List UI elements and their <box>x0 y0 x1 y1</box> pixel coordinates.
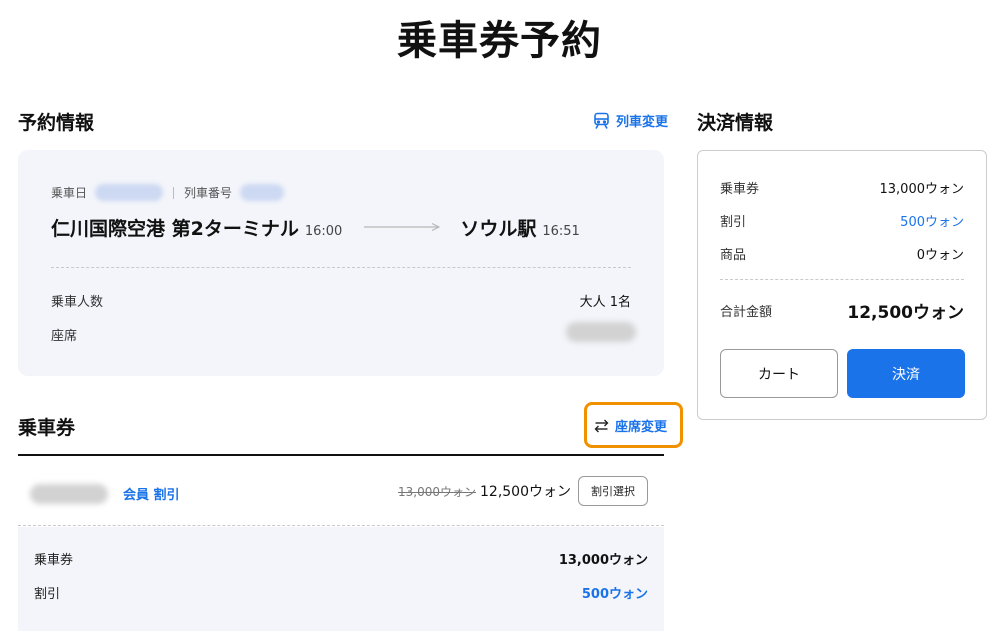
pay-ticket-label: 乗車券 <box>720 182 760 197</box>
departure-time: 16:00 <box>304 224 343 239</box>
train-icon <box>593 112 610 130</box>
total-label: 合計金額 <box>720 305 773 320</box>
ticket-section-title: 乗車券 <box>18 417 76 439</box>
change-train-button[interactable]: 列車変更 <box>593 111 668 130</box>
ticket-summary: 乗車券 13,000ウォン 割引 500ウォン <box>18 527 664 631</box>
ticket-divider <box>18 454 664 456</box>
payment-section-title: 決済情報 <box>697 112 774 134</box>
summary-discount-value: 500ウォン <box>581 587 648 602</box>
divider <box>51 267 631 268</box>
summary-discount-label: 割引 <box>34 587 61 602</box>
boarding-date-label: 乗車日 <box>51 186 88 200</box>
discounted-price: 12,500ウォン <box>480 484 571 500</box>
pay-discount-value: 500ウォン <box>900 215 964 230</box>
pay-button[interactable]: 決済 <box>847 349 965 398</box>
route-arrow-icon <box>364 216 441 235</box>
passenger-name-blurred <box>30 484 108 504</box>
reservation-section-title: 予約情報 <box>18 112 95 134</box>
reservation-card: 乗車日 列車番号 仁川国際空港 第2ターミナル 16:00 ソウル駅 16:51… <box>18 150 664 376</box>
summary-ticket-value: 13,000ウォン <box>558 553 648 568</box>
payment-card: 乗車券 13,000ウォン 割引 500ウォン 商品 0ウォン 合計金額 12,… <box>697 150 987 420</box>
pay-goods-value: 0ウォン <box>916 248 964 263</box>
page-title: 乗車券予約 <box>397 18 602 64</box>
arrival-time: 16:51 <box>542 224 580 239</box>
cart-button[interactable]: カート <box>720 349 838 398</box>
ticket-row: 会員 割引 13,000ウォン 12,500ウォン 割引選択 <box>18 458 664 526</box>
original-price: 13,000ウォン <box>398 485 476 499</box>
meta-divider <box>173 186 175 199</box>
seat-value-blurred <box>566 322 636 342</box>
passenger-value: 大人 1名 <box>579 295 631 310</box>
discount-select-button[interactable]: 割引選択 <box>578 476 648 506</box>
pay-goods-label: 商品 <box>720 248 747 263</box>
train-number-label: 列車番号 <box>184 186 233 200</box>
pay-ticket-value: 13,000ウォン <box>879 182 965 197</box>
pay-discount-label: 割引 <box>720 215 747 230</box>
boarding-date-value-blurred <box>95 184 164 201</box>
payment-divider <box>720 279 964 280</box>
summary-ticket-label: 乗車券 <box>34 553 74 568</box>
route: 仁川国際空港 第2ターミナル 16:00 ソウル駅 16:51 <box>51 214 580 241</box>
train-number-value-blurred <box>240 184 285 201</box>
discount-type: 会員 割引 <box>123 488 180 503</box>
change-train-label: 列車変更 <box>616 115 669 130</box>
total-value: 12,500ウォン <box>847 303 964 323</box>
arrival-station: ソウル駅 <box>460 218 537 240</box>
seat-label: 座席 <box>51 329 78 344</box>
train-meta: 乗車日 列車番号 <box>51 184 285 201</box>
change-seat-highlight <box>584 402 683 448</box>
departure-station: 仁川国際空港 第2ターミナル <box>51 218 299 240</box>
passenger-label: 乗車人数 <box>51 295 104 310</box>
